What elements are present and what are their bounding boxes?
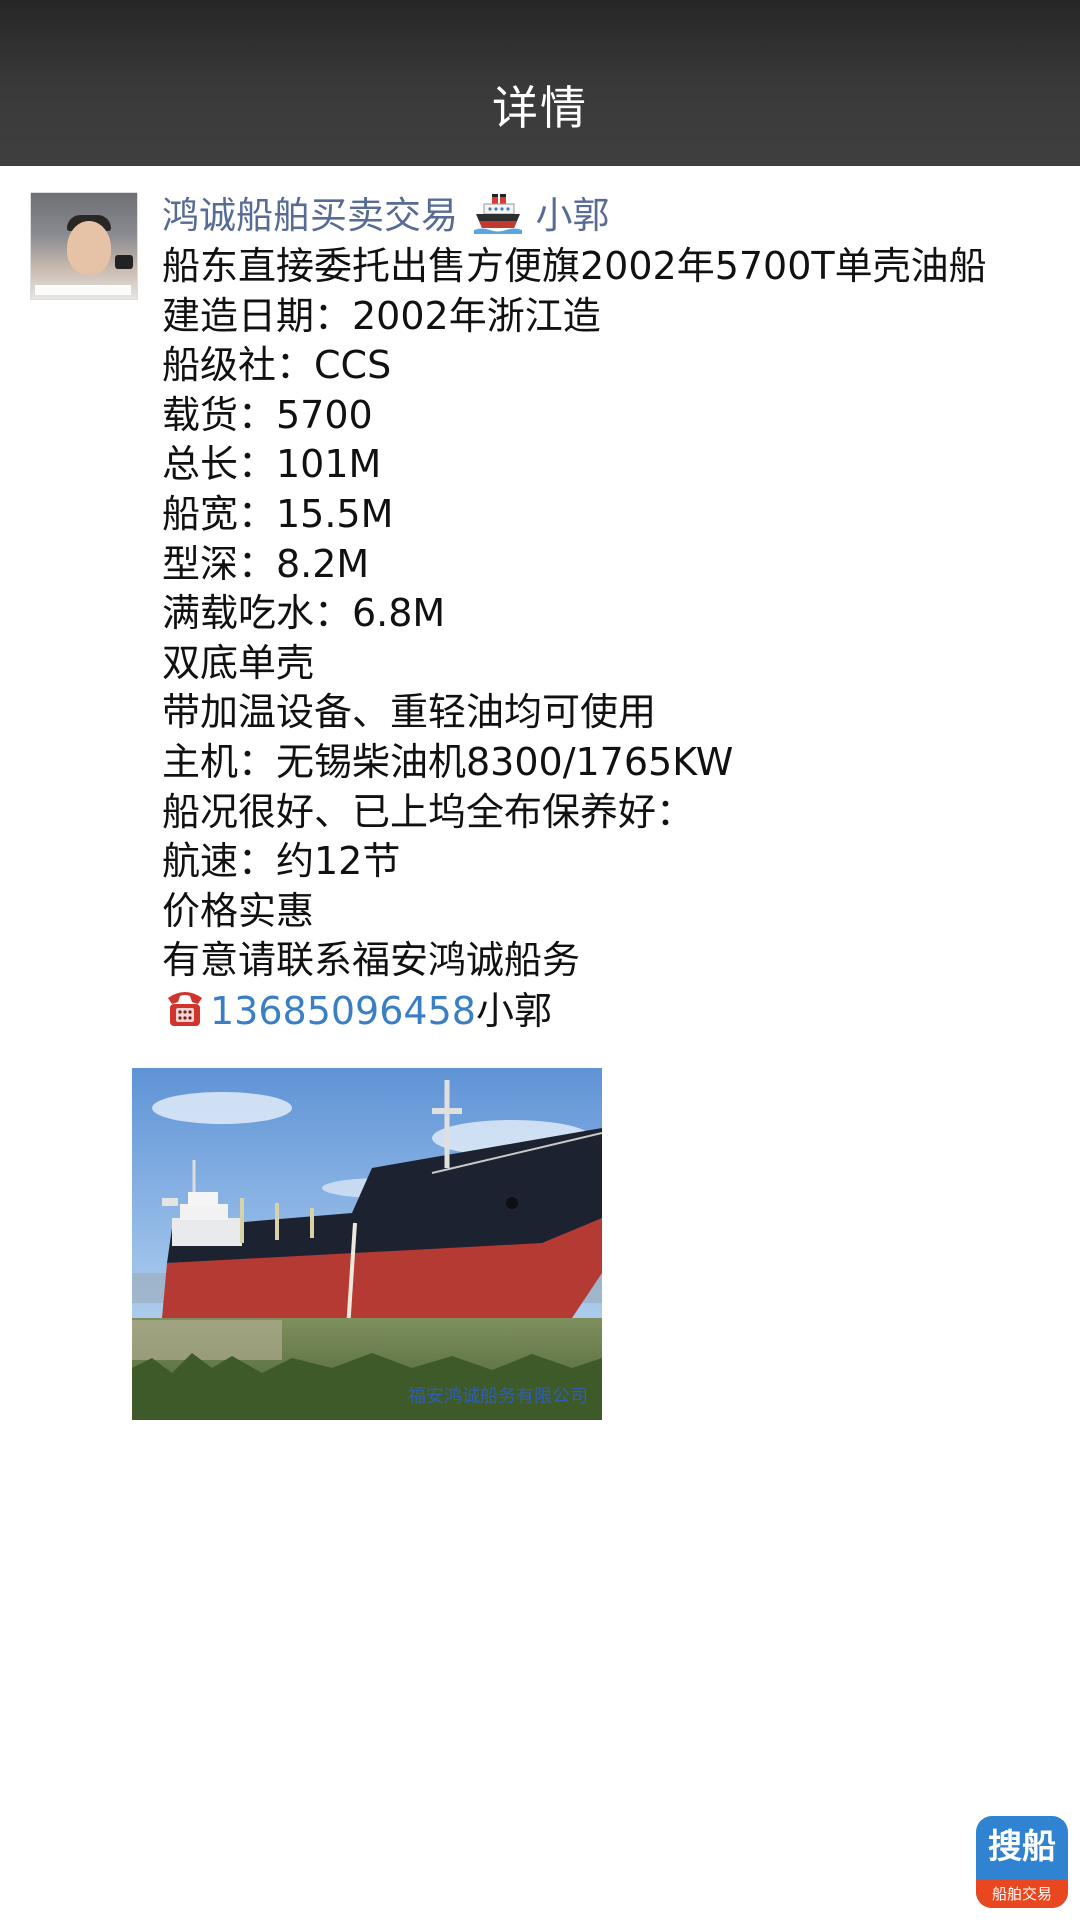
ship-photo[interactable]: 福安鸿诚船务有限公司 [132,1068,602,1420]
username-suffix: 小郭 [535,194,610,237]
phone-line: 13685096458小郭 [162,986,1062,1043]
phone-number-link[interactable]: 13685096458 [210,989,476,1033]
post-line: 船东直接委托出售方便旗2002年5700T单壳油船 [162,244,987,288]
post-line: 双底单壳 [162,640,315,685]
post-line: 有意请联系福安鸿诚船务 [162,938,581,983]
post-line: 船级社：CCS [162,343,392,388]
post-line: 满载吃水：6.8M [162,591,446,636]
post-line: 带加温设备、重轻油均可使用 [162,690,657,735]
avatar[interactable] [30,192,138,300]
post-line: 总长：101M [162,442,382,487]
telephone-icon [162,986,208,1043]
post-content: 鸿诚船舶买卖交易 小郭 船东直接委托出售方便旗2002年5700T单壳油船 建造… [162,192,1062,1043]
post-line: 价格实惠 [162,888,315,933]
post-line: 船宽：15.5M [162,491,394,536]
post-line: 航速：约12节 [162,839,401,884]
post-line: 建造日期：2002年浙江造 [162,293,601,338]
photo-watermark: 福安鸿诚船务有限公司 [408,1386,588,1407]
post-line: 载货：5700 [162,392,373,437]
avatar-face [67,221,111,275]
page-title: 详情 [492,81,588,135]
souchuan-logo-badge: 搜船 船舶交易 [976,1816,1068,1908]
phone-contact-name: 小郭 [475,988,552,1033]
post-text: 船东直接委托出售方便旗2002年5700T单壳油船 建造日期：2002年浙江造 … [162,242,1062,1043]
top-navigation-bar: 详情 [0,0,1080,166]
post-line: 船况很好、已上坞全布保养好： [162,789,695,834]
username[interactable]: 鸿诚船舶买卖交易 小郭 [162,192,1062,240]
avatar-caption-strip [35,285,131,295]
badge-main-label: 搜船 [988,1827,1056,1867]
post-line: 主机：无锡柴油机8300/1765KW [162,739,734,784]
badge-sub-label: 船舶交易 [976,1880,1068,1908]
camera-icon [115,255,133,269]
ship-icon [473,192,522,246]
username-prefix: 鸿诚船舶买卖交易 [162,194,458,237]
post-line: 型深：8.2M [162,541,370,586]
